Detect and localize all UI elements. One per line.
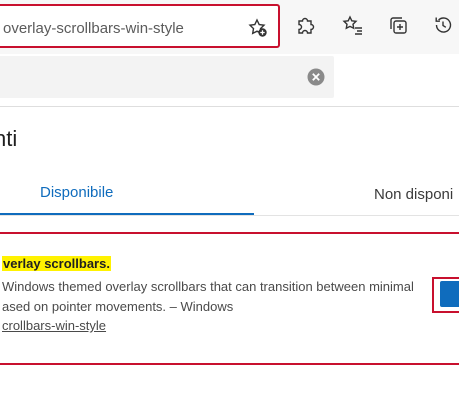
history-icon[interactable] bbox=[432, 14, 454, 36]
tabs-divider bbox=[0, 215, 459, 216]
header-divider bbox=[0, 106, 459, 107]
flag-state-select[interactable] bbox=[440, 281, 459, 307]
flag-link[interactable]: crollbars-win-style bbox=[2, 318, 106, 333]
tab-available[interactable]: Disponibile bbox=[40, 184, 113, 201]
browser-toolbar: overlay-scrollbars-win-style bbox=[0, 0, 459, 54]
page-title: nti bbox=[0, 126, 18, 151]
flag-description-line: Windows themed overlay scrollbars that c… bbox=[2, 279, 414, 294]
flag-card: verlay scrollbars. Windows themed overla… bbox=[0, 232, 459, 365]
flag-title: verlay scrollbars. bbox=[2, 256, 111, 271]
clear-circle-icon[interactable] bbox=[307, 68, 325, 86]
tab-unavailable[interactable]: Non disponi bbox=[374, 186, 453, 203]
collections-icon[interactable] bbox=[387, 14, 409, 36]
star-list-icon[interactable] bbox=[342, 14, 364, 36]
flag-description-line: ased on pointer movements. – Windows bbox=[2, 299, 234, 314]
puzzle-icon[interactable] bbox=[294, 14, 316, 36]
address-bar[interactable]: overlay-scrollbars-win-style bbox=[0, 4, 280, 48]
star-plus-icon[interactable] bbox=[247, 17, 269, 39]
flag-description: Windows themed overlay scrollbars that c… bbox=[2, 277, 432, 317]
flags-search-input[interactable] bbox=[0, 56, 334, 98]
address-url-text[interactable]: overlay-scrollbars-win-style bbox=[3, 20, 184, 37]
